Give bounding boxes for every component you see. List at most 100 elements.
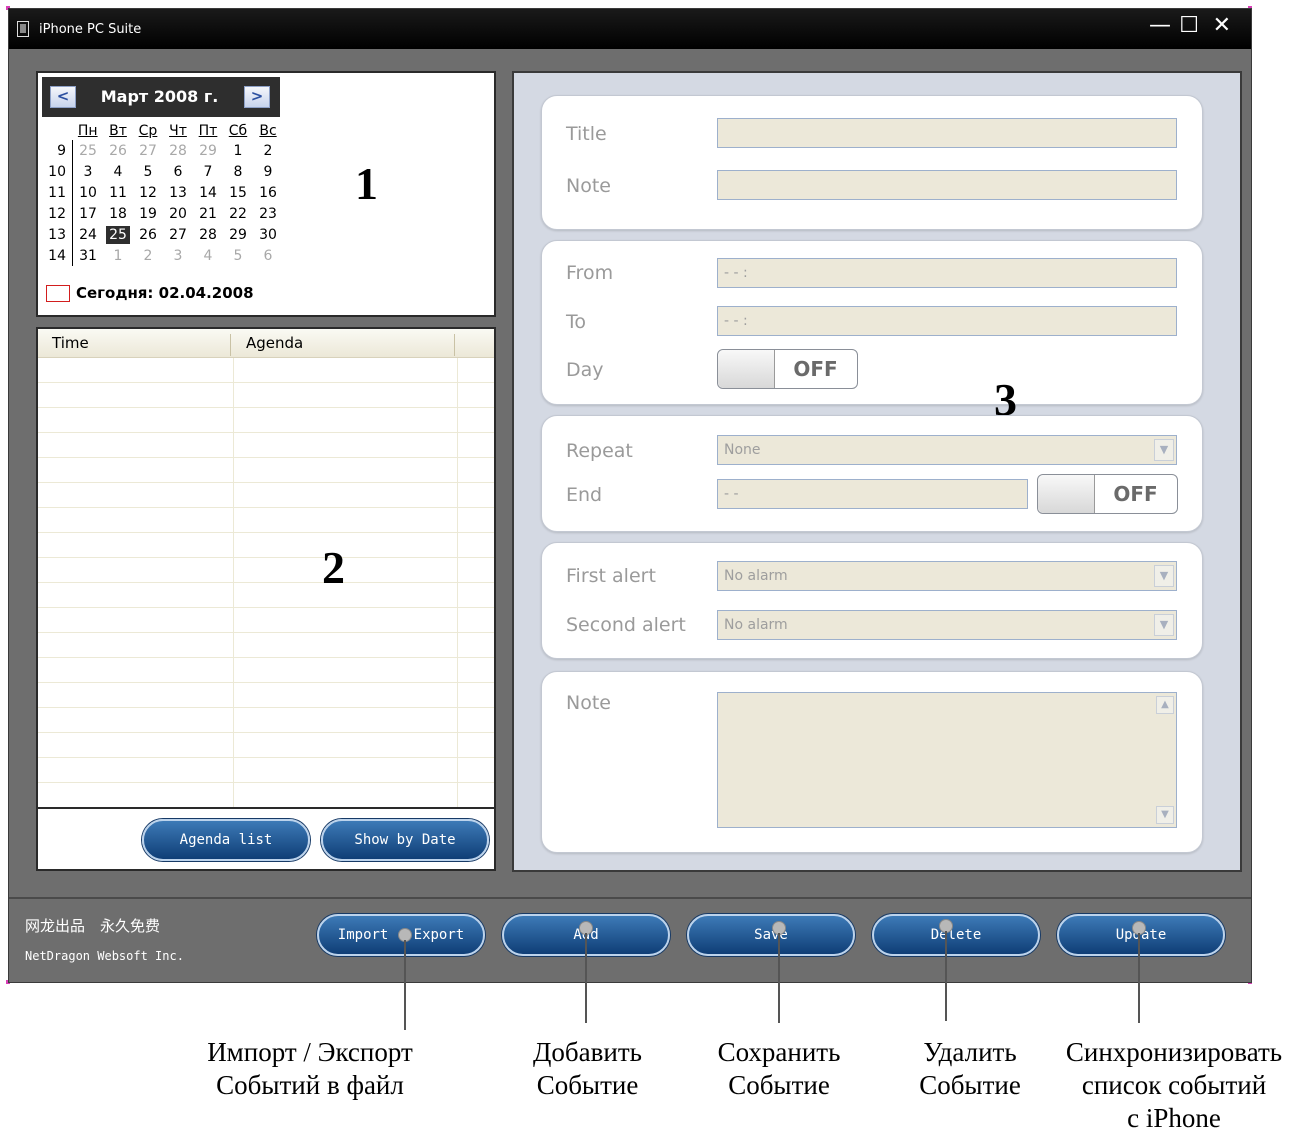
title-bar[interactable]: iPhone PC Suite — ☐ ✕ xyxy=(9,9,1251,49)
calendar-day[interactable]: 10 xyxy=(73,182,104,203)
calendar-day[interactable]: 22 xyxy=(223,203,253,224)
repeat-label: Repeat xyxy=(566,440,633,462)
calendar-day[interactable]: 6 xyxy=(163,161,193,182)
from-label: From xyxy=(566,262,614,284)
calendar-day-selected[interactable]: 25 xyxy=(103,224,133,245)
from-input[interactable]: - - : xyxy=(717,258,1177,288)
note-textarea[interactable]: ▲ ▼ xyxy=(717,692,1177,828)
calendar-day[interactable]: 29 xyxy=(193,140,223,161)
chevron-down-icon[interactable]: ▼ xyxy=(1154,614,1174,636)
calendar-day[interactable]: 1 xyxy=(103,245,133,266)
calendar-day[interactable]: 16 xyxy=(253,182,283,203)
all-day-toggle[interactable]: OFF xyxy=(717,349,858,389)
bottom-divider xyxy=(9,897,1251,899)
calendar-day[interactable]: 1 xyxy=(223,140,253,161)
to-label: To xyxy=(566,311,587,333)
callout-line xyxy=(585,933,587,1023)
calendar-day[interactable]: 27 xyxy=(133,140,163,161)
scroll-down-icon[interactable]: ▼ xyxy=(1156,806,1174,824)
calendar-day[interactable]: 6 xyxy=(253,245,283,266)
minimize-button[interactable]: — xyxy=(1149,15,1171,37)
calendar-day[interactable]: 11 xyxy=(103,182,133,203)
calendar-day[interactable]: 17 xyxy=(73,203,104,224)
save-button[interactable]: Save xyxy=(687,914,855,956)
agenda-list-button[interactable]: Agenda list xyxy=(142,819,310,861)
repeat-select[interactable]: None ▼ xyxy=(717,435,1177,465)
weekday-label: Сб xyxy=(228,122,248,139)
column-divider xyxy=(454,334,455,356)
first-alert-select[interactable]: No alarm ▼ xyxy=(717,561,1177,591)
prev-month-button[interactable]: < xyxy=(50,86,76,108)
week-number: 11 xyxy=(46,182,73,203)
maximize-button[interactable]: ☐ xyxy=(1179,15,1199,37)
callout-text: Импорт / Экспорт xyxy=(207,1037,413,1067)
title-input[interactable] xyxy=(717,118,1177,148)
note-label: Note xyxy=(566,175,611,197)
calendar-day[interactable]: 2 xyxy=(133,245,163,266)
calendar-day[interactable]: 3 xyxy=(73,161,104,182)
second-alert-select[interactable]: No alarm ▼ xyxy=(717,610,1177,640)
calendar-day[interactable]: 25 xyxy=(73,140,104,161)
callout-line xyxy=(945,931,947,1021)
calendar-day[interactable]: 13 xyxy=(163,182,193,203)
calendar-day[interactable]: 28 xyxy=(163,140,193,161)
calendar-day[interactable]: 4 xyxy=(103,161,133,182)
note-input[interactable] xyxy=(717,170,1177,200)
calendar-day[interactable]: 21 xyxy=(193,203,223,224)
brand-chinese: 网龙出品 永久免费 xyxy=(25,917,161,935)
title-note-card: Title Note xyxy=(541,95,1203,230)
column-header-time[interactable]: Time xyxy=(52,334,89,352)
calendar-day[interactable]: 12 xyxy=(133,182,163,203)
calendar-day[interactable]: 23 xyxy=(253,203,283,224)
weekday-label: Вс xyxy=(259,122,277,139)
calendar-day[interactable]: 4 xyxy=(193,245,223,266)
toggle-knob xyxy=(718,350,775,388)
calendar-day[interactable]: 29 xyxy=(223,224,253,245)
calendar-day[interactable]: 8 xyxy=(223,161,253,182)
week-number: 13 xyxy=(46,224,73,245)
end-input[interactable]: - - xyxy=(717,479,1028,509)
column-header-agenda[interactable]: Agenda xyxy=(246,334,303,352)
agenda-footer: Agenda list Show by Date xyxy=(38,807,494,869)
calendar-day[interactable]: 26 xyxy=(103,140,133,161)
calendar-day[interactable]: 31 xyxy=(73,245,104,266)
delete-button[interactable]: Delete xyxy=(872,914,1040,956)
callout-line xyxy=(1138,933,1140,1023)
show-by-date-button[interactable]: Show by Date xyxy=(321,819,489,861)
calendar-day[interactable]: 20 xyxy=(163,203,193,224)
title-label: Title xyxy=(566,123,607,145)
calendar-day[interactable]: 28 xyxy=(193,224,223,245)
agenda-list[interactable] xyxy=(38,358,494,808)
calendar-day[interactable]: 14 xyxy=(193,182,223,203)
calendar-day[interactable]: 5 xyxy=(133,161,163,182)
calendar-day[interactable]: 9 xyxy=(253,161,283,182)
calendar-day[interactable]: 18 xyxy=(103,203,133,224)
to-input[interactable]: - - : xyxy=(717,306,1177,336)
callout-text: Событие xyxy=(919,1070,1021,1100)
end-toggle[interactable]: OFF xyxy=(1037,474,1178,514)
chevron-down-icon[interactable]: ▼ xyxy=(1154,439,1174,461)
calendar-day[interactable]: 24 xyxy=(73,224,104,245)
calendar-panel: < Март 2008 г. > Пн Вт Ср Чт Пт Сб Вс 9 … xyxy=(36,71,496,317)
first-alert-value: No alarm xyxy=(724,568,788,584)
calendar-day[interactable]: 2 xyxy=(253,140,283,161)
next-month-button[interactable]: > xyxy=(244,86,270,108)
calendar-day[interactable]: 7 xyxy=(193,161,223,182)
calendar-day[interactable]: 26 xyxy=(133,224,163,245)
callout-text: Добавить xyxy=(533,1037,642,1067)
chevron-down-icon[interactable]: ▼ xyxy=(1154,565,1174,587)
close-button[interactable]: ✕ xyxy=(1213,15,1231,37)
today-marker xyxy=(46,285,70,302)
callout-save: Сохранить Событие xyxy=(690,1036,868,1102)
calendar-day[interactable]: 27 xyxy=(163,224,193,245)
calendar-day[interactable]: 3 xyxy=(163,245,193,266)
today-link[interactable]: Сегодня: 02.04.2008 xyxy=(76,284,254,302)
calendar-day[interactable]: 19 xyxy=(133,203,163,224)
calendar-day[interactable]: 30 xyxy=(253,224,283,245)
callout-line xyxy=(778,933,780,1023)
annotation-number-2: 2 xyxy=(322,542,345,593)
calendar-day[interactable]: 15 xyxy=(223,182,253,203)
calendar-day[interactable]: 5 xyxy=(223,245,253,266)
end-label: End xyxy=(566,484,603,506)
scroll-up-icon[interactable]: ▲ xyxy=(1156,696,1174,714)
